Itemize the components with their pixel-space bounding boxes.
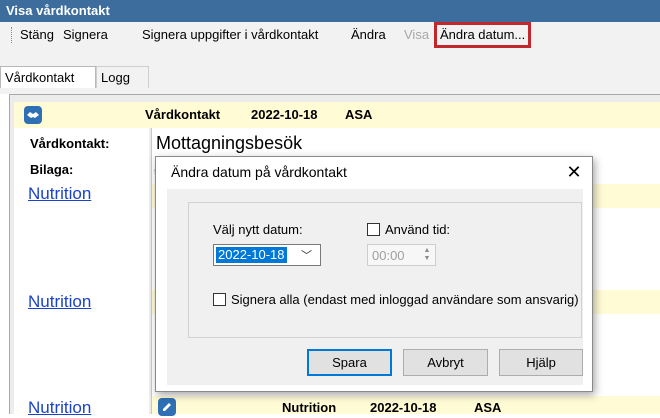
use-time-checkbox[interactable] xyxy=(367,223,380,236)
vardkontakt-value: Mottagningsbesök xyxy=(156,133,303,153)
bilaga-label: Bilaga: xyxy=(30,162,74,177)
change-date-dialog: Ändra datum på vårdkontakt ✕ Välj nytt d… xyxy=(155,156,593,392)
header-date: 2022-10-18 xyxy=(251,107,318,122)
date-groupbox: Välj nytt datum: 2022-10-18 ﹀ Använd tid… xyxy=(188,202,582,338)
date-label: Välj nytt datum: xyxy=(213,222,303,237)
sign-all-checkbox[interactable] xyxy=(213,293,226,306)
close-icon[interactable]: ✕ xyxy=(560,159,588,185)
chevron-down-icon[interactable]: ﹀ xyxy=(301,247,312,263)
menu-sign[interactable]: Signera xyxy=(63,22,108,48)
menu-grip xyxy=(11,27,13,43)
date-value: 2022-10-18 xyxy=(216,247,287,263)
nutrition-link-1[interactable]: Nutrition xyxy=(28,184,91,204)
menu-close[interactable]: Stäng xyxy=(20,22,54,48)
record-labels-column: Vårdkontakt: Bilaga: Nutrition Nutrition… xyxy=(14,128,149,417)
menu-sign-tasks[interactable]: Signera uppgifter i vårdkontakt xyxy=(142,22,318,48)
bottom-row-sign: ASA xyxy=(474,400,502,415)
help-button[interactable]: Hjälp xyxy=(499,349,583,376)
dialog-title: Ändra datum på vårdkontakt xyxy=(171,164,347,180)
record-header-row: Vårdkontakt 2022-10-18 ASA xyxy=(14,102,660,128)
time-input[interactable]: 00:00 ▲ ▼ xyxy=(367,244,436,266)
tab-strip: Vårdkontakt Logg xyxy=(0,48,660,94)
window-title: Visa vårdkontakt xyxy=(0,0,660,22)
nutrition-link-3[interactable]: Nutrition xyxy=(28,398,91,418)
tab-vardkontakt-label: Vårdkontakt xyxy=(5,70,75,85)
tab-logg-label: Logg xyxy=(101,70,130,85)
cancel-button[interactable]: Avbryt xyxy=(403,349,488,376)
handshake-icon xyxy=(24,106,42,124)
date-picker[interactable]: 2022-10-18 ﹀ xyxy=(213,244,321,266)
dialog-body: Välj nytt datum: 2022-10-18 ﹀ Använd tid… xyxy=(167,189,583,385)
sign-all-label: Signera alla (endast med inloggad använd… xyxy=(231,292,579,307)
use-time-label: Använd tid: xyxy=(385,222,451,237)
menu-edit[interactable]: Ändra xyxy=(351,22,386,48)
bottom-row-date: 2022-10-18 xyxy=(370,400,437,415)
time-spinner-icon[interactable]: ▲ ▼ xyxy=(421,247,433,263)
edit-note-icon xyxy=(158,398,176,416)
time-value: 00:00 xyxy=(372,248,405,263)
save-button[interactable]: Spara xyxy=(307,349,392,376)
header-sign: ASA xyxy=(345,107,373,122)
nutrition-link-2[interactable]: Nutrition xyxy=(28,292,91,312)
menu-view: Visa xyxy=(404,27,430,42)
bottom-row-type: Nutrition xyxy=(282,400,337,415)
nutrition-row-3: Nutrition 2022-10-18 ASA xyxy=(152,396,660,416)
tab-vardkontakt[interactable]: Vårdkontakt xyxy=(0,66,96,88)
tab-logg[interactable]: Logg xyxy=(96,66,149,88)
header-type: Vårdkontakt xyxy=(145,107,221,122)
vardkontakt-label: Vårdkontakt: xyxy=(30,136,110,151)
menu-change-date[interactable]: Ändra datum... xyxy=(433,22,532,48)
menu-bar: Stäng Signera Signera uppgifter i vårdko… xyxy=(0,22,660,48)
